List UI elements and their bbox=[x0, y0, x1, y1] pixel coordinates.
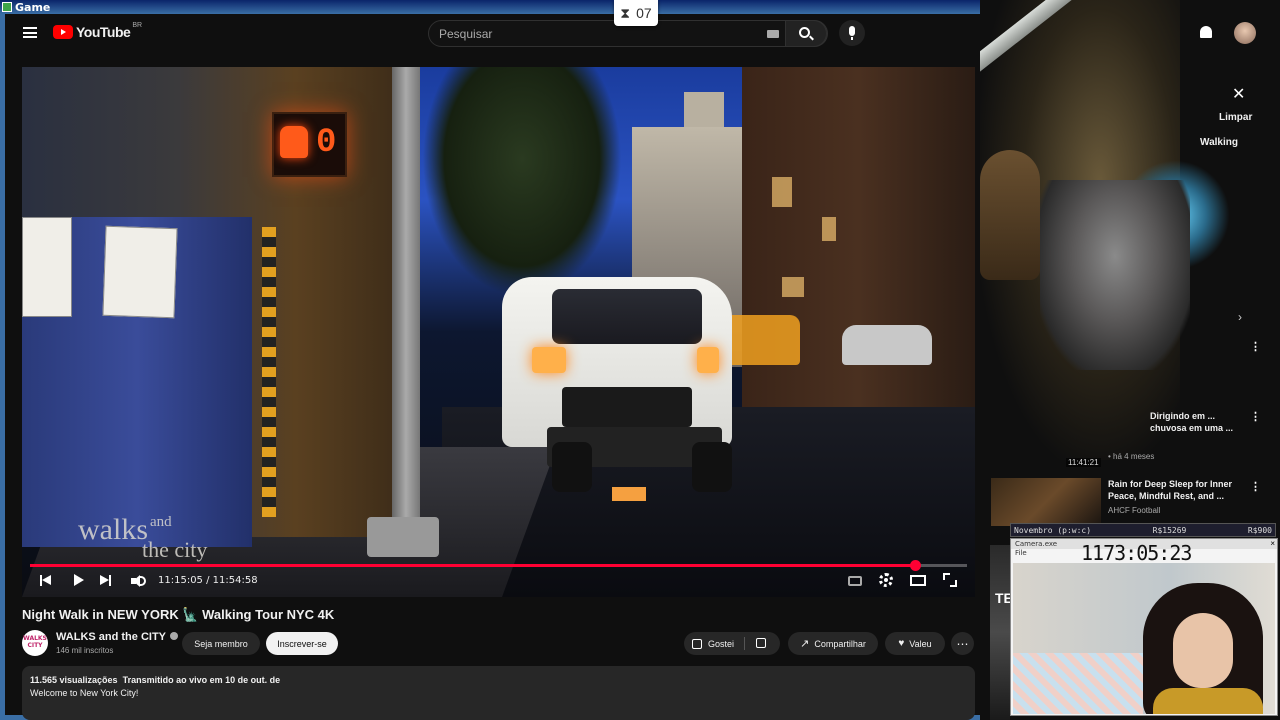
progress-scrubber[interactable] bbox=[909, 560, 921, 571]
progress-bar[interactable] bbox=[30, 560, 967, 571]
webcam-feed bbox=[1013, 563, 1275, 714]
goal-target: R$900 bbox=[1247, 525, 1272, 535]
like-label: Gostei bbox=[708, 638, 735, 649]
description-text: Welcome to New York City! bbox=[30, 688, 139, 698]
thumbs-down-icon[interactable] bbox=[756, 638, 766, 648]
search-icon bbox=[799, 27, 810, 38]
video-title: Night Walk in NEW YORK 🗽 Walking Tour NY… bbox=[22, 607, 335, 622]
video-player[interactable]: 0 walks and the city bbox=[22, 67, 975, 597]
window-title: Game bbox=[15, 0, 51, 14]
related-video-title[interactable]: Dirigindo em ... chuvosa em uma ... bbox=[1150, 410, 1240, 434]
related-video-channel: AHCF Football bbox=[1108, 506, 1161, 515]
dont-walk-signal: 0 bbox=[272, 112, 347, 177]
youtube-header: YouTube BR bbox=[5, 14, 980, 54]
more-options-icon[interactable]: ⋮ bbox=[1250, 410, 1261, 423]
close-icon[interactable]: ✕ bbox=[1232, 84, 1245, 104]
view-count: 11.565 visualizações bbox=[30, 675, 118, 685]
keyboard-icon[interactable] bbox=[767, 30, 779, 38]
progress-fill bbox=[30, 564, 915, 567]
channel-name[interactable]: WALKS and the CITY bbox=[56, 631, 178, 643]
verified-icon bbox=[170, 632, 178, 640]
related-video-duration: 11:41:21 bbox=[1066, 458, 1101, 467]
webcam-menu[interactable]: File bbox=[1015, 549, 1027, 557]
goal-value: R$15269 bbox=[1152, 525, 1187, 535]
user-avatar[interactable] bbox=[1234, 22, 1256, 44]
fullscreen-icon[interactable] bbox=[943, 573, 957, 587]
play-icon[interactable] bbox=[70, 574, 86, 588]
filter-chip-walking[interactable]: Walking bbox=[1200, 137, 1238, 148]
delivery-van bbox=[492, 267, 737, 501]
search-button[interactable] bbox=[785, 20, 827, 47]
header-right bbox=[1180, 14, 1280, 54]
hand-icon bbox=[280, 126, 308, 158]
related-video-thumbnail[interactable] bbox=[991, 478, 1101, 526]
theater-mode-icon[interactable] bbox=[910, 575, 926, 586]
chevron-right-icon[interactable]: › bbox=[1238, 310, 1242, 324]
youtube-logo[interactable]: YouTube BR bbox=[53, 21, 143, 40]
channel-avatar[interactable]: WALKS CITY bbox=[22, 630, 48, 656]
timer-value: 07 bbox=[636, 5, 652, 21]
search-input[interactable] bbox=[439, 25, 759, 43]
channel-watermark: walks and the city bbox=[78, 513, 208, 562]
subscribe-button[interactable]: Inscrever-se bbox=[266, 632, 338, 655]
time-display: 11:15:05 / 11:54:58 bbox=[158, 575, 258, 586]
description-box[interactable]: 11.565 visualizações Transmitido ao vivo… bbox=[22, 666, 975, 720]
menu-icon[interactable] bbox=[23, 27, 37, 38]
webcam-window: Camera.exe × File 1173:05:23 bbox=[1010, 538, 1278, 716]
thumbs-up-icon bbox=[692, 638, 702, 649]
more-options-icon[interactable]: ⋮ bbox=[1250, 340, 1261, 353]
country-code: BR bbox=[132, 21, 143, 29]
thanks-button[interactable]: ♥ Valeu bbox=[885, 632, 945, 655]
subscriber-count: 146 mil inscritos bbox=[56, 646, 114, 655]
thanks-icon: ♥ bbox=[898, 638, 905, 649]
share-icon: ↗ bbox=[800, 638, 810, 650]
like-button[interactable]: Gostei bbox=[684, 632, 780, 655]
related-video-meta: • há 4 meses bbox=[1108, 452, 1155, 461]
hourglass-icon: ⧗ bbox=[620, 4, 631, 21]
related-video-title[interactable]: Rain for Deep Sleep for Inner Peace, Min… bbox=[1108, 478, 1238, 502]
clear-button[interactable]: Limpar bbox=[1219, 112, 1252, 123]
settings-gear-icon[interactable] bbox=[879, 573, 893, 587]
voice-search-button[interactable] bbox=[839, 20, 865, 46]
join-button[interactable]: Seja membro bbox=[182, 632, 260, 655]
captions-icon[interactable] bbox=[848, 576, 862, 586]
youtube-play-icon bbox=[53, 25, 73, 39]
goal-label: Novembro (p:w:c) bbox=[1014, 525, 1092, 535]
countdown-timer: ⧗ 07 bbox=[614, 0, 658, 26]
share-label: Compartilhar bbox=[814, 638, 866, 649]
player-controls: 11:15:05 / 11:54:58 bbox=[22, 558, 975, 598]
more-actions-button[interactable]: ⋯ bbox=[951, 632, 974, 655]
game-app-icon bbox=[2, 2, 12, 12]
notifications-bell-icon[interactable] bbox=[1200, 26, 1212, 38]
youtube-wordmark: YouTube bbox=[76, 24, 131, 40]
volume-icon[interactable] bbox=[130, 574, 146, 588]
more-options-icon[interactable]: ⋮ bbox=[1250, 480, 1261, 493]
signal-countdown: 0 bbox=[316, 124, 337, 162]
webcam-clock: 1173:05:23 bbox=[1081, 541, 1192, 565]
previous-icon[interactable] bbox=[38, 574, 54, 588]
thanks-label: Valeu bbox=[909, 638, 932, 649]
webcam-close-icon[interactable]: × bbox=[1270, 539, 1275, 548]
goal-bar: Novembro (p:w:c) R$15269 R$900 bbox=[1010, 523, 1276, 537]
thumbnail-strip bbox=[990, 545, 1010, 720]
share-button[interactable]: ↗ Compartilhar bbox=[788, 632, 878, 655]
next-icon[interactable] bbox=[98, 574, 114, 588]
stream-date: Transmitido ao vivo em 10 de out. de bbox=[122, 675, 281, 685]
